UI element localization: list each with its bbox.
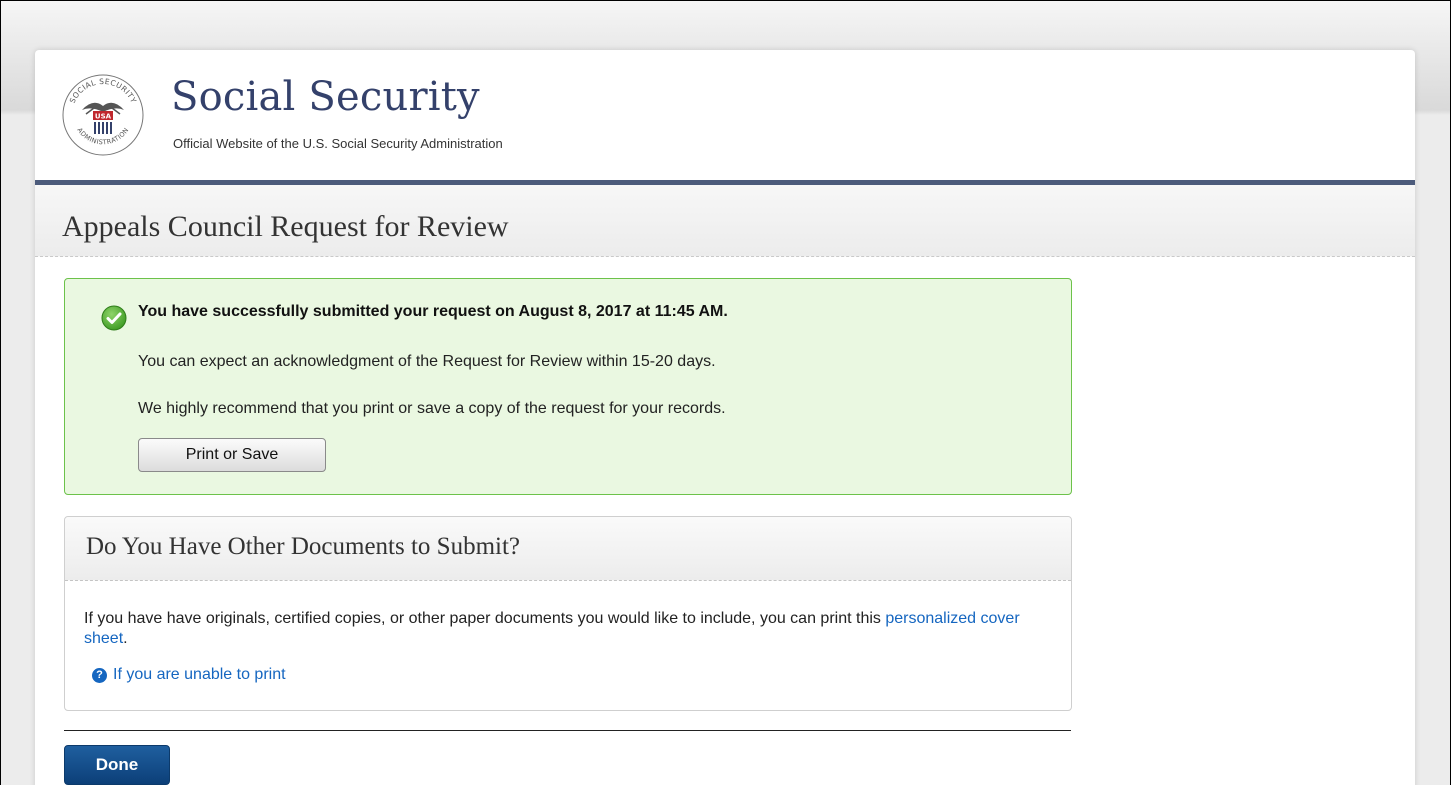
page-container: SOCIAL SECURITY ADMINISTRATION USA Socia… [35, 50, 1415, 785]
other-documents-title: Do You Have Other Documents to Submit? [86, 533, 520, 560]
window-border-left [0, 0, 1, 785]
seal-usa-badge: USA [95, 113, 112, 121]
success-alert: You have successfully submitted your req… [64, 278, 1072, 495]
other-documents-text: If you have have originals, certified co… [84, 610, 886, 627]
brand-subtitle: Official Website of the U.S. Social Secu… [173, 136, 503, 151]
other-documents-header: Do You Have Other Documents to Submit? [65, 517, 1071, 581]
check-circle-icon [101, 305, 127, 331]
question-circle-icon[interactable]: ? [92, 667, 107, 683]
acknowledgment-text: You can expect an acknowledgment of the … [138, 353, 716, 370]
footer-divider [64, 730, 1071, 731]
recommend-print-text: We highly recommend that you print or sa… [138, 400, 726, 417]
unable-to-print-row[interactable]: ? If you are unable to print [92, 666, 286, 684]
print-or-save-button[interactable]: Print or Save [138, 438, 326, 472]
page-title: Appeals Council Request for Review [62, 210, 509, 243]
site-header: SOCIAL SECURITY ADMINISTRATION USA Socia… [35, 50, 1415, 185]
other-documents-body: If you have have originals, certified co… [84, 609, 1044, 649]
ssa-seal-logo[interactable]: SOCIAL SECURITY ADMINISTRATION USA [60, 72, 146, 158]
success-heading: You have successfully submitted your req… [138, 303, 728, 320]
brand-title[interactable]: Social Security [171, 74, 480, 120]
window-border-top [0, 0, 1451, 1]
done-button[interactable]: Done [64, 745, 170, 785]
other-documents-panel: Do You Have Other Documents to Submit? I… [64, 516, 1072, 711]
unable-to-print-link[interactable]: If you are unable to print [113, 666, 286, 684]
page-title-band: Appeals Council Request for Review [35, 185, 1415, 257]
body-end-period: . [123, 630, 128, 647]
